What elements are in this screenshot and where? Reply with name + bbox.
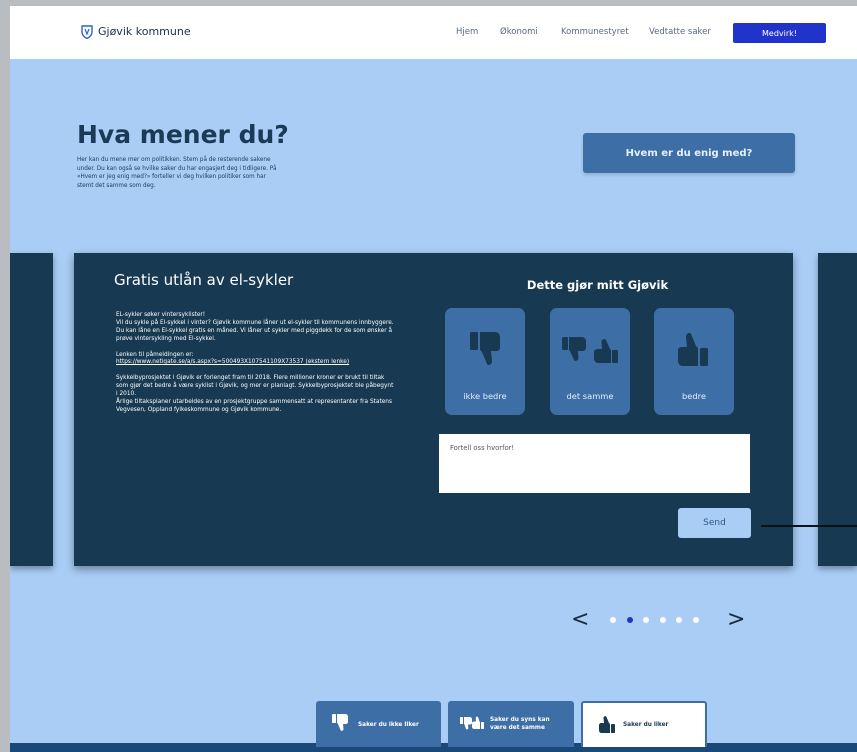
coat-of-arms-icon <box>81 25 93 39</box>
case-paragraph: Årlige tiltaksplaner utarbeides av en pr… <box>116 398 392 413</box>
who-agree-button[interactable]: Hvem er du enig med? <box>583 133 795 173</box>
medvirk-button[interactable]: Medvirk! <box>733 23 826 43</box>
pager-dot[interactable] <box>692 617 699 623</box>
vote-ikke-bedre-button[interactable]: ikke bedre <box>445 308 525 415</box>
next-card-peek[interactable] <box>818 253 857 566</box>
case-paragraph: EL-sykler søker vintersyklister! <box>116 312 206 318</box>
vote-label: ikke bedre <box>463 391 507 401</box>
nav-kommunestyret[interactable]: Kommunestyret <box>561 27 629 37</box>
next-arrow[interactable]: > <box>727 609 745 631</box>
thumbs-up-icon <box>599 716 615 733</box>
case-card: Gratis utlån av el-sykler EL-sykler søke… <box>74 253 793 566</box>
nav-vedtatte-saker[interactable]: Vedtatte saker <box>649 27 711 37</box>
thumbs-up-icon <box>678 333 708 366</box>
brand-name[interactable]: Gjøvik kommune <box>98 25 191 38</box>
pager-dot[interactable] <box>676 617 682 623</box>
case-description: EL-sykler søker vintersyklister! Vil du … <box>116 312 396 423</box>
pager-dot[interactable] <box>626 617 633 623</box>
tab-ikke-liker[interactable]: Saker du ikke liker <box>316 701 441 747</box>
tab-liker[interactable]: Saker du liker <box>581 701 707 747</box>
case-paragraph: Sykkelbyprosjektet i Gjøvik er forlenget… <box>116 375 394 398</box>
vote-det-samme-button[interactable]: det samme <box>550 308 630 415</box>
prev-arrow[interactable]: < <box>571 609 589 631</box>
tab-label: Saker du liker <box>623 722 669 728</box>
tab-label-multiline: Saker du syns kan være det samme <box>490 716 550 732</box>
vote-label: det samme <box>566 391 614 401</box>
page-title: Hva mener du? <box>77 120 289 149</box>
vote-bedre-button[interactable]: bedre <box>654 308 734 415</box>
pager-dot[interactable] <box>610 617 616 623</box>
tab-det-samme[interactable]: Saker du syns kan være det samme <box>448 701 574 747</box>
pager-dot[interactable] <box>643 617 649 623</box>
intro-text: Her kan du mene mer om politikken. Stem … <box>77 157 277 189</box>
top-header: Gjøvik kommune Hjem Økonomi Kommunestyre… <box>10 6 857 59</box>
vote-label: bedre <box>682 391 706 401</box>
nav-okonomi[interactable]: Økonomi <box>500 27 538 37</box>
case-paragraph: Lenken til påmeldingen er: <box>116 351 194 358</box>
signup-link[interactable]: https://www.netigate.se/a/s.aspx?s=50049… <box>116 359 349 365</box>
tab-label-line: Saker du syns kan <box>490 717 550 723</box>
reason-textarea[interactable]: Fortell oss hvorfor! <box>439 434 750 493</box>
thumbs-down-up-icon <box>460 716 484 730</box>
send-button[interactable]: Send <box>678 508 751 538</box>
nav-hjem[interactable]: Hjem <box>456 27 478 37</box>
vote-heading: Dette gjør mitt Gjøvik <box>526 278 669 292</box>
pager-dot[interactable] <box>659 617 666 623</box>
case-title: Gratis utlån av el-sykler <box>114 271 294 289</box>
annotation-line <box>761 525 857 527</box>
thumbs-down-icon <box>332 714 348 731</box>
thumbs-down-icon <box>470 332 500 365</box>
thumbs-down-up-icon <box>562 337 618 363</box>
page: Gjøvik kommune Hjem Økonomi Kommunestyre… <box>10 6 857 752</box>
tab-label: Saker du ikke liker <box>358 722 419 728</box>
previous-card-peek[interactable] <box>10 253 53 566</box>
case-paragraph: Vil du sykle på El-sykkel i vinter? Gjøv… <box>116 319 394 342</box>
tab-label-line: være det samme <box>490 725 545 731</box>
